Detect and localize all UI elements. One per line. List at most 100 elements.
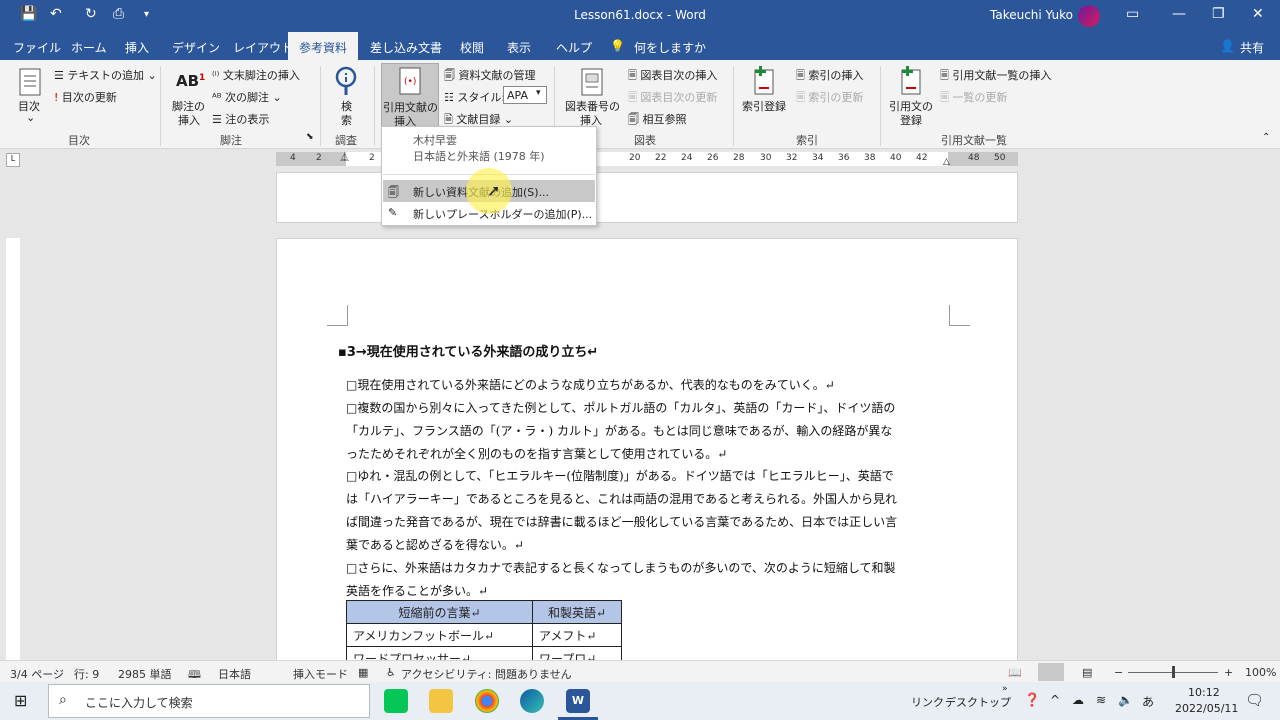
cross-reference-button[interactable]: 🗐 相互参照 xyxy=(628,111,687,130)
help-icon[interactable]: ❓ xyxy=(1024,693,1040,708)
close-icon[interactable]: ✕ xyxy=(1252,6,1264,22)
style-select[interactable]: APA ▾ xyxy=(503,86,547,104)
tab-view[interactable]: 表示 xyxy=(507,39,531,56)
ribbon-display-icon[interactable]: ▭ xyxy=(1126,6,1139,22)
next-footnote-button[interactable]: ᴬᴮ 次の脚注 ⌄ xyxy=(212,89,282,105)
ime-icon[interactable]: あ xyxy=(1142,693,1154,710)
page-count[interactable]: 3/4 ページ xyxy=(10,666,64,682)
ruler-number: 32 xyxy=(786,153,798,163)
insert-citation-button[interactable]: (•) 引用文献の 挿入 xyxy=(381,63,439,128)
tab-design[interactable]: デザイン xyxy=(172,39,220,56)
margin-corner xyxy=(949,305,970,326)
insert-endnote-button[interactable]: ⁽ⁱ⁾ 文末脚注の挿入 xyxy=(212,67,300,83)
edge-icon[interactable] xyxy=(520,689,544,713)
tab-references[interactable]: 参考資料 xyxy=(288,32,358,60)
mark-entry-button[interactable]: 索引登録 xyxy=(742,98,786,114)
table-cell[interactable]: アメフト↵ xyxy=(532,623,622,647)
section-heading[interactable]: ▪3→現在使用されている外来語の成り立ち↵ xyxy=(338,341,598,360)
word-app-icon[interactable]: W xyxy=(566,689,590,713)
tell-me-search[interactable]: 何をしますか xyxy=(634,39,706,56)
zoom-out-icon[interactable]: − xyxy=(1114,666,1123,679)
taskbar-search[interactable]: ⌕ ここに入力して検索 xyxy=(48,684,370,718)
zoom-slider-handle[interactable] xyxy=(1172,666,1175,678)
tab-mailings[interactable]: 差し込み文書 xyxy=(370,39,442,56)
macro-icon[interactable]: ▦ xyxy=(358,666,368,679)
body-line[interactable]: 葉であると認めざるを得ない。↵ xyxy=(346,536,524,553)
desktop-toolbar[interactable]: デスクトップ xyxy=(945,694,1011,710)
body-line[interactable]: ば間違った発音であるが、現在では辞書に載るほど一般化している言葉であるため、日本… xyxy=(346,513,897,530)
body-line[interactable]: □複数の国から別々に入ってきた例として、ポルトガル語の「カルタ」、英語の「カード… xyxy=(346,399,895,416)
body-line[interactable]: 英語を作ることが多い。↵ xyxy=(346,582,488,599)
user-name[interactable]: Takeuchi Yuko xyxy=(990,8,1073,22)
clock-time[interactable]: 10:12 xyxy=(1188,686,1220,699)
minimize-icon[interactable]: — xyxy=(1172,6,1186,22)
line-app-icon[interactable] xyxy=(384,689,408,713)
chrome-icon[interactable] xyxy=(475,689,499,713)
collapse-ribbon-icon[interactable]: ⌃ xyxy=(1262,132,1270,143)
insert-mode[interactable]: 挿入モード xyxy=(293,666,348,682)
zoom-level[interactable]: 100% xyxy=(1245,666,1276,679)
insert-footnote-button-line2[interactable]: 挿入 xyxy=(178,112,200,128)
show-notes-button[interactable]: ☰ 注の表示 xyxy=(212,111,269,127)
taskbar: ⊞ ⌕ ここに入力して検索 W リンク デスクトップ » ❓ ^ ☁ ≋ 🔈 あ… xyxy=(0,682,1280,720)
line-number[interactable]: 行: 9 xyxy=(74,666,99,682)
table-cell[interactable]: アメリカンフットボール↵ xyxy=(346,623,533,647)
dialog-launcher-icon[interactable]: ⬊ xyxy=(306,132,314,142)
body-line[interactable]: は「ハイアラーキー」であるところを見ると、これは両語の混用であると考えられる。外… xyxy=(346,490,897,507)
web-layout-icon[interactable]: ▤ xyxy=(1082,666,1092,679)
tab-help[interactable]: ヘルプ xyxy=(556,39,592,56)
word-count[interactable]: 2985 単語 xyxy=(118,666,172,682)
body-line[interactable]: ったためそれぞれが全く別のものを指す言葉として使用されている。↵ xyxy=(346,445,727,462)
accessibility-status[interactable]: アクセシビリティ: 問題ありません xyxy=(401,666,572,682)
tab-layout[interactable]: レイアウト xyxy=(233,39,293,56)
manage-sources-button[interactable]: 🗐 資料文献の管理 xyxy=(444,67,536,86)
onedrive-icon[interactable]: ☁ xyxy=(1072,693,1084,707)
chevron-icon[interactable]: » xyxy=(1002,684,1008,694)
tray-expand-icon[interactable]: ^ xyxy=(1050,693,1060,707)
clock-date[interactable]: 2022/05/11 xyxy=(1175,702,1238,715)
insert-index-button[interactable]: 🗏 索引の挿入 xyxy=(796,67,863,86)
update-icon: ! xyxy=(54,91,59,104)
ruler-number: 40 xyxy=(890,153,902,163)
share-button[interactable]: 共有 xyxy=(1240,39,1264,56)
mark-citation-button-line2[interactable]: 登録 xyxy=(900,112,922,128)
insert-toa-button[interactable]: 🗏 引用文献一覧の挿入 xyxy=(940,67,1051,86)
tab-selector[interactable]: L xyxy=(6,153,20,167)
body-line[interactable]: □現在使用されている外来語にどのような成り立ちがあるか、代表的なものをみていく。… xyxy=(346,376,835,393)
avatar[interactable] xyxy=(1078,5,1100,27)
print-layout-icon[interactable] xyxy=(1038,663,1064,681)
volume-icon[interactable]: 🔈 xyxy=(1118,693,1133,707)
maximize-icon[interactable]: ❐ xyxy=(1212,6,1225,22)
read-mode-icon[interactable]: 📖 xyxy=(1008,666,1022,679)
update-toc-button[interactable]: ! 目次の更新 xyxy=(54,89,117,105)
links-toolbar[interactable]: リンク xyxy=(911,694,944,710)
body-line[interactable]: □さらに、外来語はカタカナで表記すると長くなってしまうものが多いので、次のように… xyxy=(346,559,896,576)
windows-start-icon[interactable]: ⊞ xyxy=(14,691,27,710)
share-icon[interactable]: 👤 xyxy=(1220,39,1235,53)
notification-icon[interactable]: 🗨 xyxy=(1245,691,1264,709)
tab-review[interactable]: 校閲 xyxy=(460,39,484,56)
source-title[interactable]: 日本語と外来語 (1978 年) xyxy=(413,148,545,164)
add-text-button[interactable]: ☰ テキストの追加 ⌄ xyxy=(54,67,157,83)
body-line[interactable]: □ゆれ・混乱の例として、「ヒエラルキー(位階制度)」がある。ドイツ語では「ヒエラ… xyxy=(346,467,894,484)
group-label-toc: 目次 xyxy=(68,134,90,147)
table-header-row: 短縮前の言葉↵ 和製英語↵ xyxy=(346,600,622,624)
indent-marker-icon[interactable]: ⏅ xyxy=(340,150,349,163)
body-line[interactable]: 「カルテ」、フランス語の「(ア・ラ・) カルト」がある。もとは同じ意味であるが、… xyxy=(346,422,892,439)
language[interactable]: 日本語 xyxy=(218,666,251,682)
tab-home[interactable]: ホーム xyxy=(71,39,107,56)
table-header-cell[interactable]: 和製英語↵ xyxy=(532,600,622,624)
tab-insert[interactable]: 挿入 xyxy=(125,39,149,56)
source-author[interactable]: 木村早雲 xyxy=(413,132,457,148)
wifi-icon[interactable]: ≋ xyxy=(1096,693,1106,707)
file-explorer-icon[interactable] xyxy=(429,689,453,713)
search-button-line2[interactable]: 索 xyxy=(341,112,352,128)
table-header-cell[interactable]: 短縮前の言葉↵ xyxy=(346,600,533,624)
insert-table-of-figures-button[interactable]: 🗏 図表目次の挿入 xyxy=(628,67,717,86)
vertical-ruler[interactable] xyxy=(6,238,20,660)
right-indent-marker-icon[interactable]: △ xyxy=(943,157,950,167)
zoom-in-icon[interactable]: + xyxy=(1224,666,1233,679)
add-text-icon: ☰ xyxy=(54,69,64,82)
tab-file[interactable]: ファイル xyxy=(13,39,61,56)
divider xyxy=(880,66,881,146)
